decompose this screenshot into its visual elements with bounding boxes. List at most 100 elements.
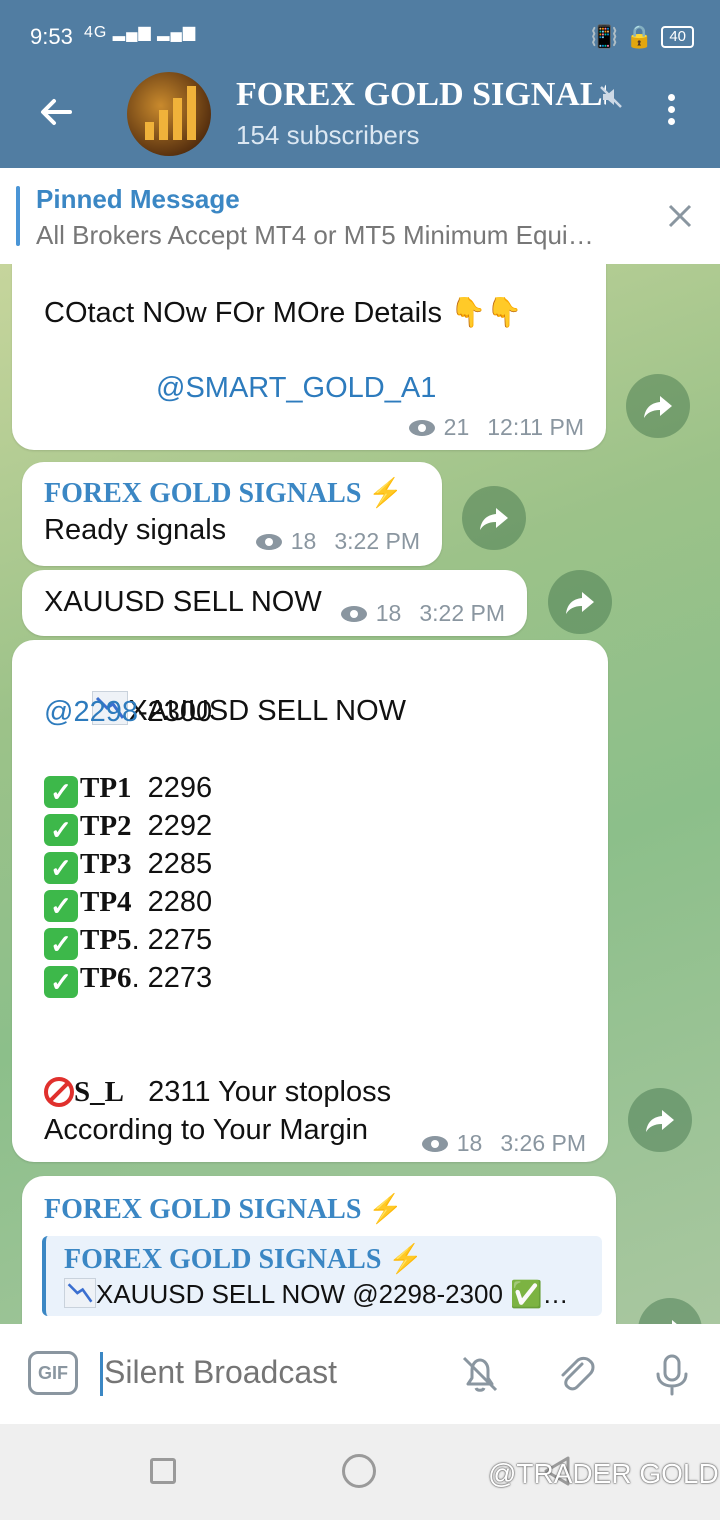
share-arrow-icon — [644, 396, 672, 418]
pinned-message-bar[interactable]: Pinned Message All Brokers Accept MT4 or… — [0, 168, 720, 265]
chat-area[interactable]: COtact NOw FOr MOre Details 👇👇 @SMART_GO… — [0, 264, 720, 1324]
tp-line: ✓ TP2 2292 — [44, 810, 212, 846]
forward-button[interactable] — [638, 1298, 702, 1324]
tp-line: ✓ TP3 2285 — [44, 848, 212, 884]
message-time: 3:22 PM — [419, 600, 505, 626]
message-sender[interactable]: FOREX GOLD SIGNALS ⚡ — [44, 1192, 403, 1226]
tp-value: 2285 — [131, 848, 213, 880]
message-time: 12:11 PM — [487, 414, 584, 440]
message-input[interactable] — [104, 1354, 424, 1391]
view-count: 21 — [443, 414, 470, 440]
pinned-accent-line — [16, 186, 20, 246]
tp-value: 2296 — [131, 772, 213, 804]
channel-avatar[interactable] — [127, 72, 211, 156]
muted-icon — [600, 86, 622, 108]
status-time: 9:53 — [30, 24, 73, 49]
microphone-icon[interactable] — [648, 1350, 696, 1398]
attach-paperclip-icon[interactable] — [552, 1350, 600, 1398]
check-mark-icon: ✓ — [44, 814, 78, 846]
message-text: According to Your Margin — [44, 1114, 369, 1146]
check-mark-icon: ✓ — [44, 776, 78, 808]
tp-value: . 2273 — [131, 962, 213, 994]
status-icons: 📳 🔒 40 — [590, 24, 694, 50]
no-entry-icon — [44, 1077, 74, 1107]
check-mark-icon: ✓ — [44, 890, 78, 922]
quote-text-line: XAUUSD SELL NOW @2298-2300 ✅… — [64, 1278, 569, 1310]
message-time: 3:26 PM — [500, 1130, 586, 1156]
forward-button[interactable] — [462, 486, 526, 550]
recent-apps-button[interactable] — [150, 1458, 176, 1484]
price-link[interactable]: @2298 — [44, 696, 138, 728]
tp-line: ✓ TP6. 2273 — [44, 962, 212, 998]
view-count: 18 — [375, 600, 402, 626]
pinned-title: Pinned Message — [36, 184, 240, 214]
reply-message-bubble[interactable]: FOREX GOLD SIGNALS ⚡ FOREX GOLD SIGNALS … — [22, 1176, 616, 1324]
views-eye-icon — [408, 419, 435, 436]
message-bubble[interactable]: XAUUSD SELL NOW 18 3:22 PM — [22, 570, 527, 636]
status-bar: 9:53 4G ▂▄▆ ▂▄▆ 📳 🔒 40 — [0, 0, 720, 70]
tp-line: ✓ TP1 2296 — [44, 772, 212, 808]
more-options-icon[interactable] — [661, 94, 681, 134]
reply-quote[interactable]: FOREX GOLD SIGNALS ⚡ XAUUSD SELL NOW @22… — [42, 1236, 602, 1316]
silent-bell-icon[interactable] — [456, 1350, 504, 1398]
view-count: 18 — [290, 528, 317, 554]
message-bubble[interactable]: COtact NOw FOr MOre Details 👇👇 @SMART_GO… — [12, 264, 606, 450]
message-meta: 18 3:26 PM — [421, 1130, 586, 1157]
network-type: 4G — [84, 24, 108, 41]
tp-value: . 2275 — [131, 924, 213, 956]
tp-label: TP2 — [80, 810, 132, 842]
view-count: 18 — [456, 1130, 483, 1156]
tp-label: TP5 — [80, 924, 132, 956]
chart-decreasing-icon — [64, 1278, 96, 1308]
message-text: COtact NOw FOr MOre Details 👇👇 — [44, 297, 523, 329]
tp-value: 2280 — [131, 886, 213, 918]
check-mark-icon: ✓ — [44, 966, 78, 998]
tp-line: ✓ TP5. 2275 — [44, 924, 212, 960]
share-arrow-icon — [672, 1320, 677, 1324]
message-text: Ready signals — [44, 514, 227, 546]
message-bubble[interactable]: FOREX GOLD SIGNALS ⚡ Ready signals 18 3:… — [22, 462, 442, 566]
forward-button[interactable] — [628, 1088, 692, 1152]
gif-icon[interactable]: GIF — [28, 1351, 78, 1395]
quote-text: XAUUSD SELL NOW @2298-2300 ✅… — [96, 1279, 569, 1309]
tp-label: TP3 — [80, 848, 132, 880]
home-button[interactable] — [342, 1454, 376, 1488]
message-input-bar: GIF — [0, 1324, 720, 1424]
tp-value: 2292 — [131, 810, 213, 842]
sl-text: 2311 Your stoploss — [123, 1076, 392, 1108]
share-arrow-icon — [480, 508, 508, 530]
check-mark-icon: ✓ — [44, 852, 78, 884]
forward-button[interactable] — [626, 374, 690, 438]
share-arrow-icon — [566, 592, 594, 614]
watermark-text: @TRADER GOLD — [488, 1458, 719, 1489]
username-link[interactable]: @SMART_GOLD_A1 — [156, 372, 436, 405]
check-mark-icon: ✓ — [44, 928, 78, 960]
tp-line: ✓ TP4 2280 — [44, 886, 212, 922]
battery-icon: 40 — [661, 26, 694, 48]
message-text: XAUUSD SELL NOW — [44, 586, 322, 618]
tp-label: TP1 — [80, 772, 132, 804]
text-cursor — [100, 1352, 103, 1396]
back-arrow-icon[interactable] — [36, 92, 76, 132]
price-rest: -2300 — [137, 696, 213, 728]
close-icon[interactable] — [668, 204, 692, 228]
message-meta: 18 3:22 PM — [255, 528, 420, 555]
subscriber-count: 154 subscribers — [236, 120, 420, 150]
message-meta: 21 12:11 PM — [408, 414, 584, 441]
vibrate-icon: 📳 — [590, 24, 618, 49]
signal-message-bubble[interactable]: XAUUSD SELL NOW @2298-2300 ✓ TP1 2296 ✓ TP… — [12, 640, 608, 1162]
forward-button[interactable] — [548, 570, 612, 634]
stoploss-line: S_L 2311 Your stoploss — [44, 1076, 391, 1109]
sl-label: S_L — [74, 1076, 124, 1108]
lock-icon: 🔒 — [625, 24, 654, 49]
channel-header: FOREX GOLD SIGNALS 154 subscribers — [0, 70, 720, 168]
views-eye-icon — [255, 533, 282, 550]
views-eye-icon — [340, 605, 367, 622]
signal-indicator: 4G ▂▄▆ ▂▄▆ — [84, 24, 197, 41]
message-time: 3:22 PM — [334, 528, 420, 554]
channel-title[interactable]: FOREX GOLD SIGNALS — [236, 76, 606, 114]
pinned-text: All Brokers Accept MT4 or MT5 Minimum Eq… — [36, 220, 594, 250]
tp-label: TP6 — [80, 962, 132, 994]
message-sender[interactable]: FOREX GOLD SIGNALS ⚡ — [44, 476, 403, 510]
views-eye-icon — [421, 1135, 448, 1152]
